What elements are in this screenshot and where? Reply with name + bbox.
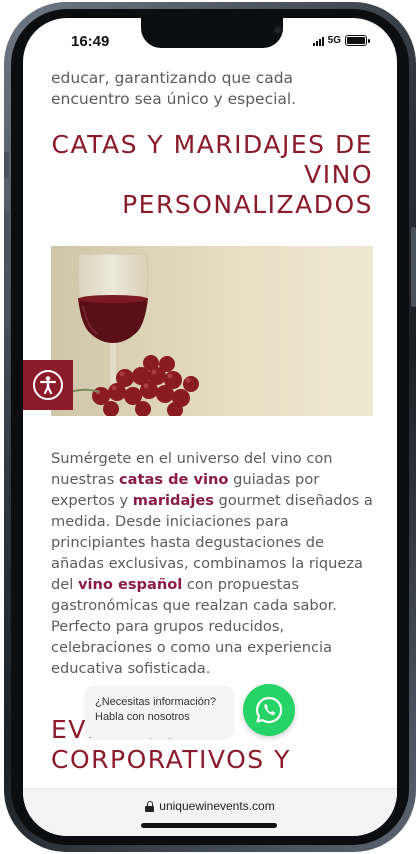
home-indicator[interactable] [141, 823, 277, 828]
status-time: 16:49 [71, 33, 110, 50]
section-heading: CATAS Y MARIDAJES DE VINO PERSONALIZADOS [51, 130, 373, 219]
url-text: uniquewinevents.com [159, 799, 275, 813]
volume-up-button [4, 212, 9, 262]
accessibility-button[interactable] [23, 360, 73, 410]
wine-glass-illustration [51, 246, 373, 416]
maridajes-link[interactable]: maridajes [133, 492, 214, 509]
battery-icon [345, 35, 370, 46]
chat-prompt-line1: ¿Necesitas información? [95, 696, 217, 708]
body-paragraph: Sumérgete en el universo del vino con nu… [51, 448, 373, 679]
wine-glass-image [51, 246, 373, 416]
chat-prompt-line2: Habla con nosotros [95, 711, 190, 723]
browser-url-bar[interactable]: uniquewinevents.com [23, 788, 397, 836]
lock-icon [145, 800, 155, 812]
screen: 16:49 5G educar, garantizando que cada e… [23, 18, 397, 836]
status-bar: 16:49 5G [23, 18, 397, 62]
article-content: educar, garantizando que cada encuentro … [51, 68, 373, 775]
chat-prompt[interactable]: ¿Necesitas información? Habla con nosotr… [85, 686, 233, 738]
catas-de-vino-link[interactable]: catas de vino [119, 471, 228, 488]
front-camera [273, 25, 283, 35]
whatsapp-icon [256, 696, 283, 724]
vino-espanol-link[interactable]: vino español [78, 576, 182, 593]
notch [141, 18, 283, 48]
intro-paragraph: educar, garantizando que cada encuentro … [51, 69, 297, 108]
volume-down-button [4, 277, 9, 327]
signal-icon [312, 36, 324, 46]
whatsapp-button[interactable] [243, 684, 295, 736]
power-button [411, 227, 416, 307]
status-indicators: 5G [312, 35, 370, 46]
accessibility-icon [33, 370, 63, 400]
mute-switch [4, 152, 9, 178]
network-type: 5G [327, 35, 341, 46]
